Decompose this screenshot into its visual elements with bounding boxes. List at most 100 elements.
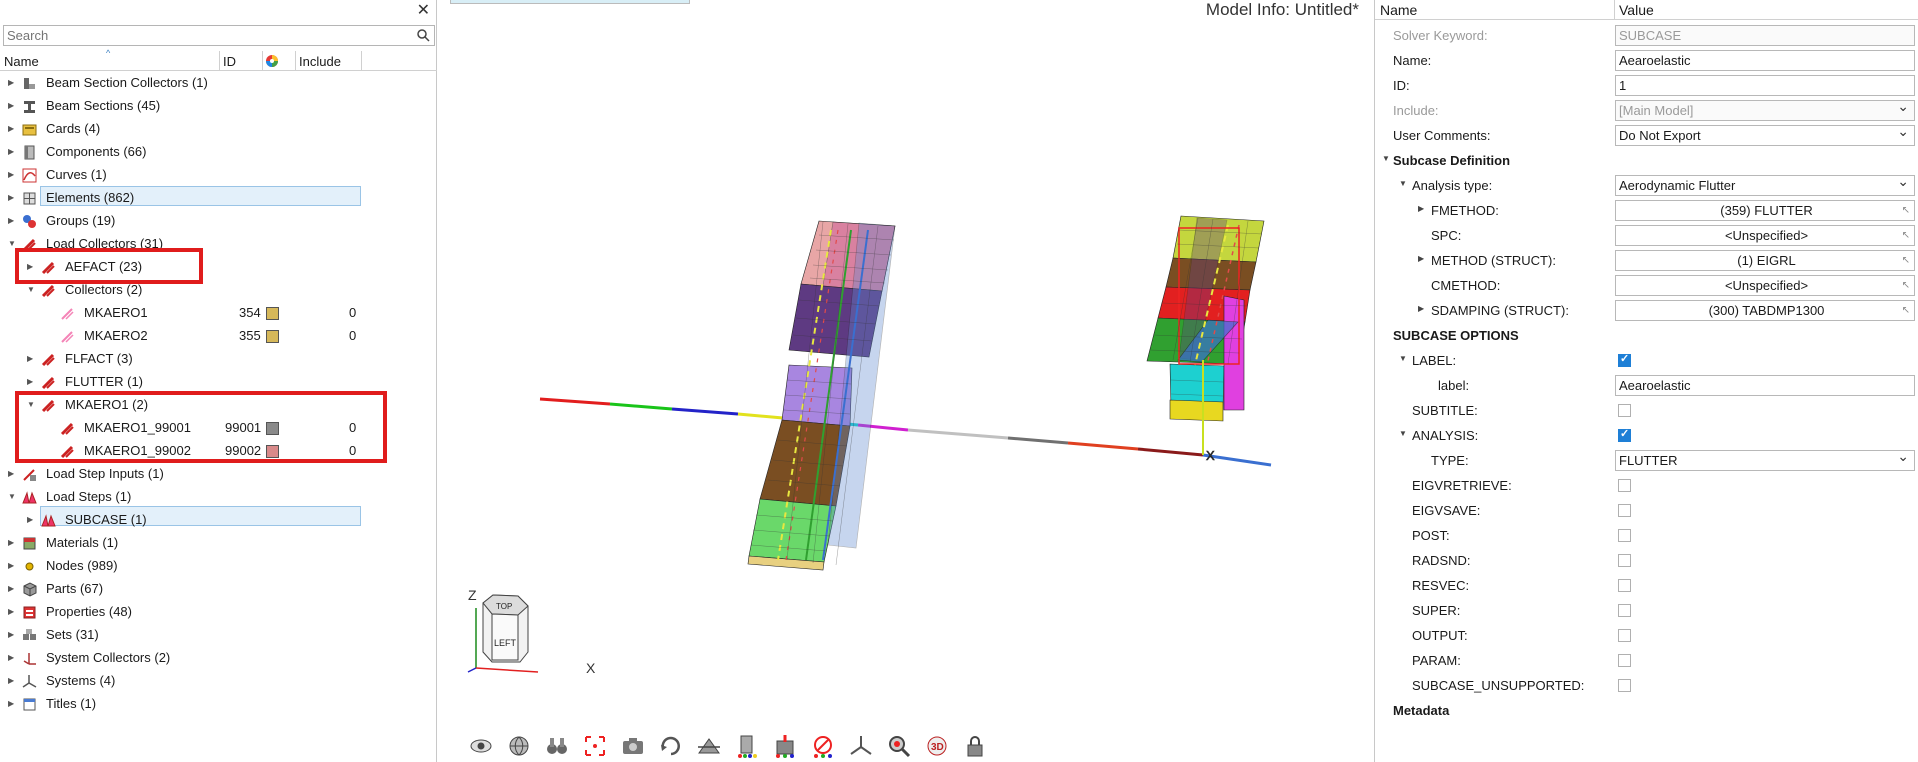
- analysis-type-select[interactable]: Aerodynamic Flutter: [1615, 175, 1915, 196]
- eigvsave-checkbox[interactable]: [1618, 504, 1631, 517]
- camera-icon[interactable]: [620, 733, 646, 759]
- tree-item-flfact[interactable]: ▶ FLFACT (3): [0, 348, 437, 370]
- method-entity-selector[interactable]: (1) EIGRL ↖: [1615, 250, 1915, 271]
- tree-item-elements[interactable]: ▶ Elements (862): [0, 187, 437, 209]
- tree-item-mkaero1[interactable]: MKAERO1 354 0: [0, 302, 437, 324]
- expand-icon[interactable]: ▶: [8, 624, 14, 646]
- binoculars-icon[interactable]: [544, 733, 570, 759]
- tree-item-systems[interactable]: ▶ Systems (4): [0, 670, 437, 692]
- collapse-icon[interactable]: ▼: [1399, 429, 1407, 438]
- component-color-icon[interactable]: [734, 733, 760, 759]
- post-checkbox[interactable]: [1618, 529, 1631, 542]
- collapse-icon[interactable]: ▼: [1382, 154, 1390, 163]
- super-checkbox[interactable]: [1618, 604, 1631, 617]
- lock-icon[interactable]: [962, 733, 988, 759]
- name-column-header[interactable]: Name: [4, 54, 39, 69]
- expand-icon[interactable]: ▶: [8, 670, 14, 692]
- zoom-icon[interactable]: [886, 733, 912, 759]
- globe-icon[interactable]: [506, 733, 532, 759]
- type-select[interactable]: FLUTTER: [1615, 450, 1915, 471]
- load-collector-color-icon[interactable]: [810, 733, 836, 759]
- output-checkbox[interactable]: [1618, 629, 1631, 642]
- tree-item-groups[interactable]: ▶ Groups (19): [0, 210, 437, 232]
- tree-item-nodes[interactable]: ▶ Nodes (989): [0, 555, 437, 577]
- value-column-header[interactable]: Value: [1619, 2, 1654, 18]
- include-column-header[interactable]: Include: [299, 54, 341, 69]
- expand-icon[interactable]: ▶: [1418, 254, 1424, 263]
- tree-item-curves[interactable]: ▶ Curves (1): [0, 164, 437, 186]
- tree-item-cards[interactable]: ▶ Cards (4): [0, 118, 437, 140]
- label-checkbox[interactable]: [1618, 352, 1631, 367]
- subcase-unsupported-checkbox[interactable]: [1618, 679, 1631, 692]
- color-wheel-icon[interactable]: [265, 54, 279, 68]
- expand-icon[interactable]: ▶: [8, 141, 14, 163]
- expand-icon[interactable]: ▶: [27, 348, 33, 370]
- tree-item-load-step-inputs[interactable]: ▶ Load Step Inputs (1): [0, 463, 437, 485]
- radsnd-checkbox[interactable]: [1618, 554, 1631, 567]
- fit-view-icon[interactable]: [582, 733, 608, 759]
- expand-icon[interactable]: ▶: [8, 187, 14, 209]
- fmethod-entity-selector[interactable]: (359) FLUTTER ↖: [1615, 200, 1915, 221]
- tree-item-properties[interactable]: ▶ Properties (48): [0, 601, 437, 623]
- tree-item-mkaero2[interactable]: MKAERO2 355 0: [0, 325, 437, 347]
- tree-item-titles[interactable]: ▶ Titles (1): [0, 693, 437, 715]
- tree-item-load-steps[interactable]: ▼ Load Steps (1): [0, 486, 437, 508]
- visibility-eye-icon[interactable]: [468, 733, 494, 759]
- close-icon[interactable]: ✕: [417, 0, 430, 20]
- cmethod-entity-selector[interactable]: <Unspecified> ↖: [1615, 275, 1915, 296]
- user-comments-select[interactable]: Do Not Export: [1615, 125, 1915, 146]
- color-swatch[interactable]: [266, 307, 279, 320]
- tree-item-system-collectors[interactable]: ▶ System Collectors (2): [0, 647, 437, 669]
- 3d-view-icon[interactable]: 3D: [924, 733, 950, 759]
- expand-icon[interactable]: ▶: [1418, 304, 1424, 313]
- expand-icon[interactable]: ▶: [27, 371, 33, 393]
- clipping-plane-icon[interactable]: [696, 733, 722, 759]
- tree-item-components[interactable]: ▶ Components (66): [0, 141, 437, 163]
- expand-icon[interactable]: ▶: [8, 164, 14, 186]
- id-column-header[interactable]: ID: [223, 54, 236, 69]
- collapse-icon[interactable]: ▼: [8, 486, 16, 508]
- expand-icon[interactable]: ▶: [8, 693, 14, 715]
- rotate-icon[interactable]: [658, 733, 684, 759]
- tree-item-materials[interactable]: ▶ Materials (1): [0, 532, 437, 554]
- label-field[interactable]: Aearoelastic: [1615, 375, 1915, 396]
- spc-entity-selector[interactable]: <Unspecified> ↖: [1615, 225, 1915, 246]
- expand-icon[interactable]: ▶: [8, 118, 14, 140]
- name-field[interactable]: Aearoelastic: [1615, 50, 1915, 71]
- expand-icon[interactable]: ▶: [8, 72, 14, 94]
- expand-icon[interactable]: ▶: [8, 95, 14, 117]
- id-field[interactable]: 1: [1615, 75, 1915, 96]
- resvec-checkbox[interactable]: [1618, 579, 1631, 592]
- search-input[interactable]: [4, 26, 404, 45]
- param-checkbox[interactable]: [1618, 654, 1631, 667]
- tree-item-subcase[interactable]: ▶ SUBCASE (1): [0, 509, 437, 531]
- expand-icon[interactable]: ▶: [8, 578, 14, 600]
- tree-item-beam-section-collectors[interactable]: ▶ Beam Section Collectors (1): [0, 72, 437, 94]
- eigvretrieve-checkbox[interactable]: [1618, 479, 1631, 492]
- expand-icon[interactable]: ▶: [8, 555, 14, 577]
- tree-item-beam-sections[interactable]: ▶ Beam Sections (45): [0, 95, 437, 117]
- expand-icon[interactable]: ▶: [8, 601, 14, 623]
- tree-item-flutter[interactable]: ▶ FLUTTER (1): [0, 371, 437, 393]
- collapse-icon[interactable]: ▼: [1399, 354, 1407, 363]
- load-display-icon[interactable]: [772, 733, 798, 759]
- name-column-header[interactable]: Name: [1380, 2, 1417, 18]
- subtitle-checkbox[interactable]: [1618, 404, 1631, 417]
- tree-item-parts[interactable]: ▶ Parts (67): [0, 578, 437, 600]
- tree-item-sets[interactable]: ▶ Sets (31): [0, 624, 437, 646]
- expand-icon[interactable]: ▶: [1418, 204, 1424, 213]
- collapse-icon[interactable]: ▼: [1399, 179, 1407, 188]
- search-box[interactable]: [3, 25, 435, 46]
- expand-icon[interactable]: ▶: [8, 463, 14, 485]
- graphics-viewport[interactable]: Model Info: Untitled* X Z X TOP LEFT 3D: [438, 0, 1373, 762]
- expand-icon[interactable]: ▶: [8, 210, 14, 232]
- system-triad-icon[interactable]: [848, 733, 874, 759]
- search-icon[interactable]: [416, 28, 430, 42]
- color-swatch[interactable]: [266, 330, 279, 343]
- expand-icon[interactable]: ▶: [8, 647, 14, 669]
- model-graphics[interactable]: X Z X TOP LEFT: [438, 0, 1373, 762]
- view-cube[interactable]: Z X TOP LEFT: [467, 587, 596, 676]
- section-subcase-definition[interactable]: ▼ Subcase Definition: [1375, 148, 1918, 173]
- expand-icon[interactable]: ▶: [27, 509, 33, 531]
- analysis-checkbox[interactable]: [1618, 427, 1631, 442]
